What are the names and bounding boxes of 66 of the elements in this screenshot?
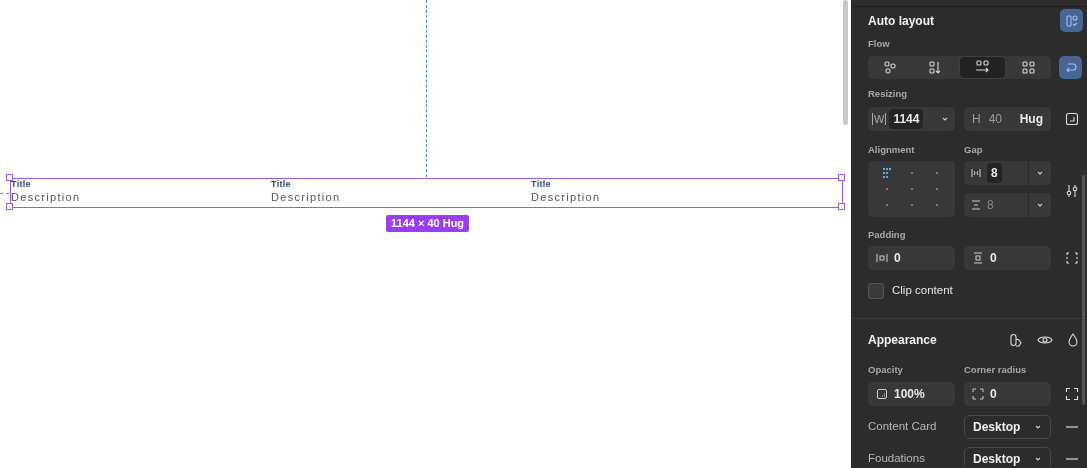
scrollbar[interactable] [1082,175,1085,405]
flow-option[interactable] [958,56,1006,80]
field-value: 0 [894,250,901,267]
field-label: Flow [868,37,890,51]
resize-icon[interactable] [1065,111,1079,126]
vertical-gap-icon [970,198,982,211]
field-value: Hug [1019,110,1043,128]
opacity-icon [876,387,888,400]
resize-handle[interactable] [6,203,13,210]
wrap-button[interactable] [1059,56,1082,80]
item-title: Title [531,179,552,190]
style-icon[interactable] [1009,333,1023,348]
height-field[interactable]: H 40 Hug [964,106,1051,131]
field-value: 0 [990,385,997,403]
corners-icon[interactable] [1065,386,1079,401]
item-title: Title [11,179,32,190]
sliders-icon[interactable] [1065,184,1079,199]
item-description: Description [271,190,341,205]
grid-icon [1020,60,1036,76]
vertical-padding-field[interactable]: 0 [964,246,1051,270]
vertical-padding-icon [972,252,984,264]
opacity-field[interactable]: 100% [868,381,955,406]
section-title: Auto layout [868,12,934,30]
scrollbar[interactable] [843,0,848,125]
field-label: Padding [868,227,906,242]
field-label: Resizing [868,87,908,102]
auto-layout-toggle[interactable] [1060,9,1083,32]
resize-handle[interactable] [838,203,845,210]
horizontal-padding-icon [876,252,888,264]
field-label: W [872,112,887,125]
field-label: Gap [964,142,983,157]
field-value: 1144 [889,108,924,129]
field-label: Opacity [868,363,904,378]
variable-label: Foudations [868,450,926,466]
field-label: Corner radius [964,363,1027,378]
section-title: Appearance [868,332,937,350]
mode-dropdown[interactable]: Desktop [964,446,1051,468]
field-value: 8 [987,162,1002,183]
layout-icon [883,60,899,76]
drop-icon[interactable] [1067,333,1079,348]
field-value: 0 [990,250,997,267]
alignment-marker-icon[interactable] [882,167,891,178]
width-field[interactable]: W 1144 [868,106,955,131]
horizontal-gap-field[interactable]: 8 [964,160,1051,185]
field-label: H [972,110,981,128]
layout-icon [1064,13,1079,28]
item-title: Title [271,179,292,190]
field-value: 8 [987,196,994,214]
horizontal-padding-field[interactable]: 0 [868,246,955,270]
size-label: 1144 × 40 Hug [386,215,470,232]
mode-dropdown[interactable]: Desktop [964,414,1051,439]
checkbox-label: Clip content [892,283,953,298]
field-value: 40 [988,110,1003,128]
resize-handle[interactable] [838,174,845,181]
horizontal-gap-icon [970,166,982,179]
corner-radius-icon [972,387,984,400]
field-value: 100% [894,385,925,403]
padding-icon[interactable] [1065,251,1079,265]
variable-label: Content Card [868,418,938,434]
field-label: Alignment [868,142,916,157]
item-description: Description [11,190,81,205]
guide-line [0,193,9,194]
item-description: Description [531,190,601,205]
corner-radius-field[interactable]: 0 [964,381,1051,406]
resize-handle[interactable] [6,174,13,181]
checkbox[interactable] [868,282,884,299]
